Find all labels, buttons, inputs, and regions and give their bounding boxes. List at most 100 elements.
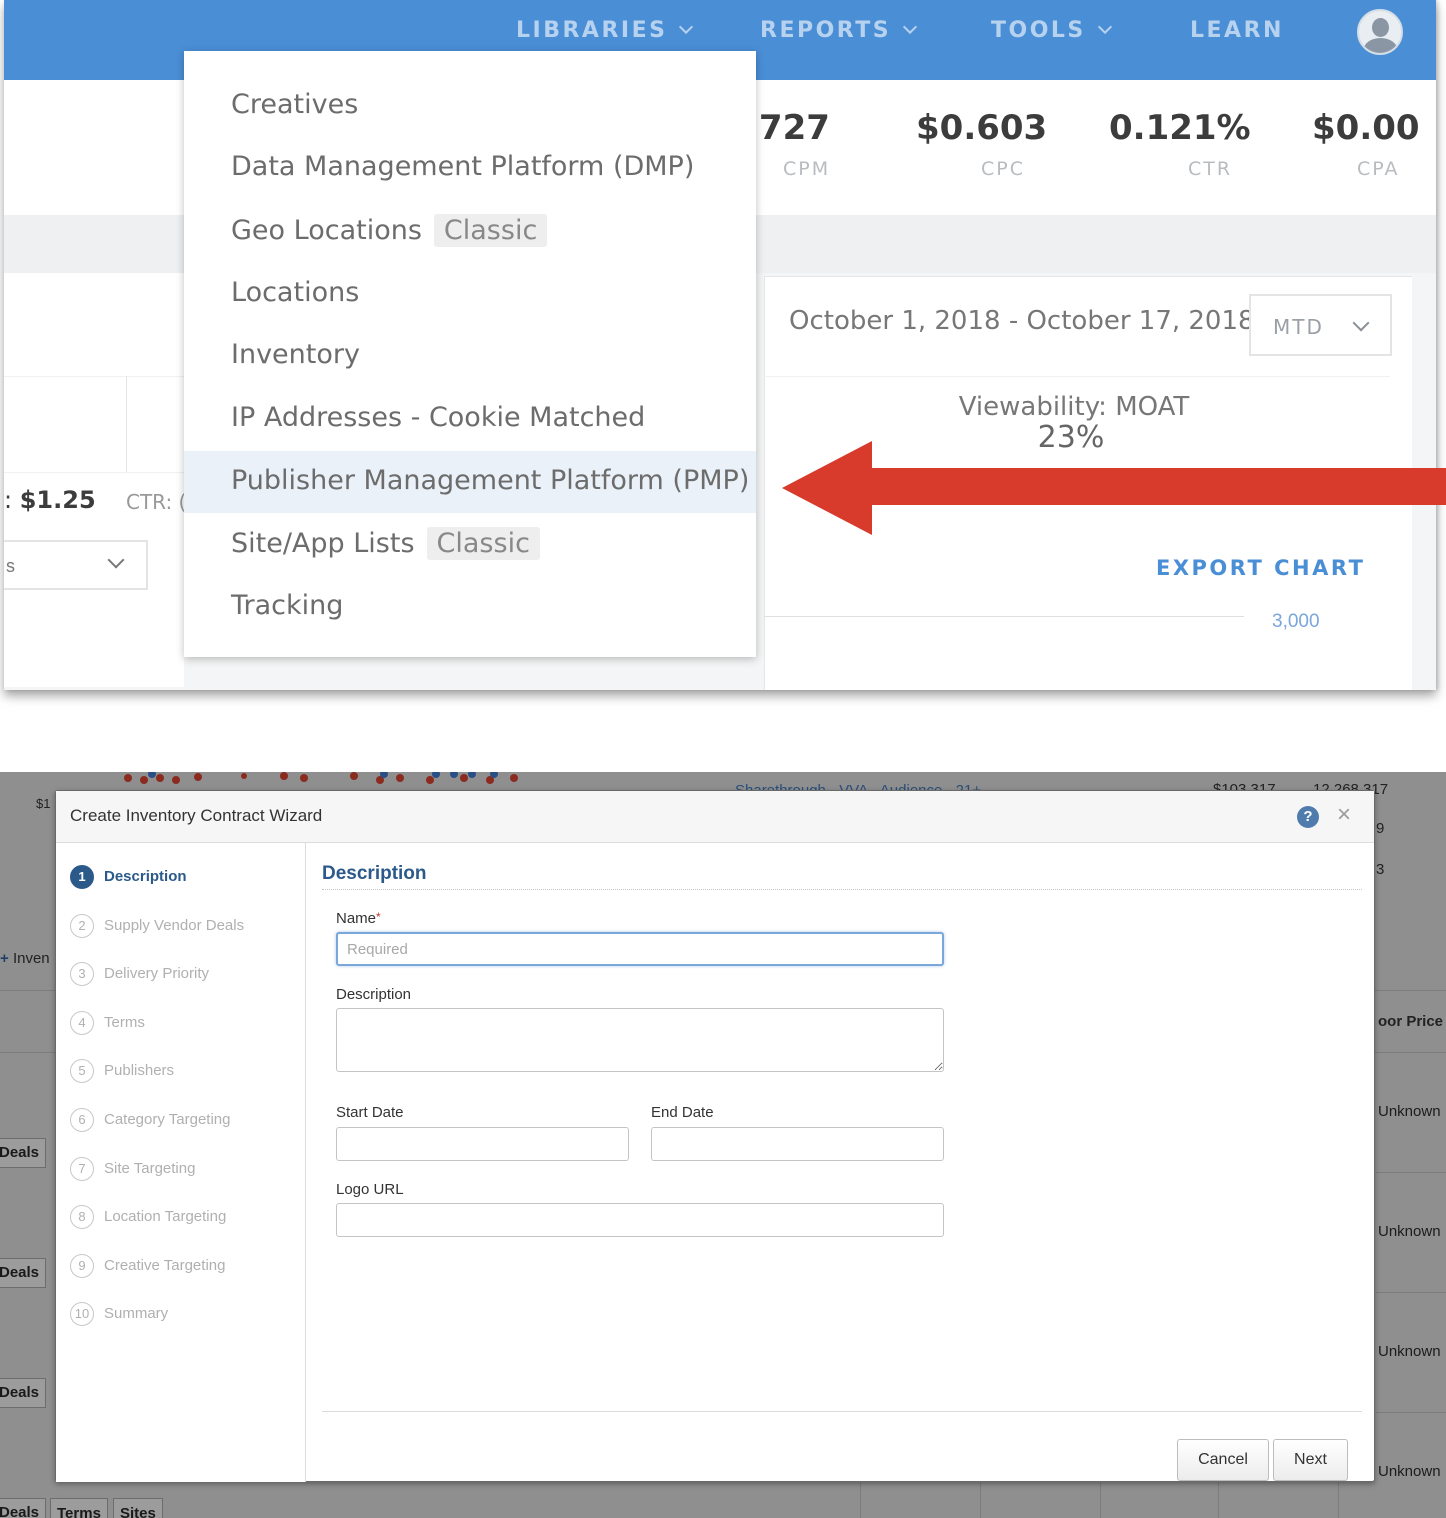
bg-inventory-button: + Inven [0,950,50,967]
bg-digit: 9 [1376,820,1385,837]
bg-deals-button: Deals [0,1258,46,1288]
classic-badge: Classic [433,214,548,247]
step-number-badge: 3 [70,962,94,987]
menu-item-text: Tracking [231,590,344,621]
avatar-head [1372,18,1389,37]
libraries-menu-item-label: Geo Locations Classic [231,214,548,247]
period-select-value: MTD [1273,315,1324,339]
step-label: Creative Targeting [104,1256,226,1274]
libraries-menu-item-label: Creatives [231,89,358,120]
bg-deals-button: Deals [0,1378,46,1408]
libraries-menu-item[interactable]: Inventory [184,325,756,387]
nav-reports[interactable]: REPORTS [760,18,918,43]
step-number-badge: 8 [70,1205,94,1230]
bg-rule [1218,1482,1219,1518]
required-marker: * [376,910,381,924]
cancel-button[interactable]: Cancel [1177,1439,1269,1481]
end-date-input[interactable] [651,1127,944,1161]
bg-cell-unknown: Unknown [1378,1103,1441,1120]
step-number-badge: 6 [70,1108,94,1132]
start-date-input[interactable] [336,1127,629,1161]
nav-tools-label: TOOLS [991,18,1086,43]
user-avatar-icon[interactable] [1357,9,1403,55]
menu-item-text: Creatives [231,89,359,120]
metric-cpc-value: $0.603 [916,108,1048,148]
close-icon[interactable]: × [1337,803,1351,827]
bg-rule [1376,1412,1446,1413]
logo-url-field-label: Logo URL [336,1181,404,1198]
left-stat-value: $1.25 [19,486,96,514]
nav-libraries-label: LIBRARIES [516,18,668,43]
bg-rule [1376,1172,1446,1173]
chevron-down-icon [679,19,694,35]
start-date-field-label: Start Date [336,1104,404,1121]
wizard-header: Create Inventory Contract Wizard ? × [56,791,1374,843]
left-select-value: s [6,556,15,576]
step-label: Delivery Priority [104,965,210,983]
metric-cpc-label: CPC [981,158,1025,180]
wizard-body: Description Name* Description Start Date… [306,843,1374,1482]
left-stats-card [4,273,184,687]
menu-item-text: IP Addresses - Cookie Matched [231,402,646,433]
bg-sites-button: Sites [113,1498,163,1518]
bg-rule [1376,1292,1446,1293]
export-chart-link[interactable]: EXPORT CHART [1156,556,1365,580]
end-date-field-label: End Date [651,1104,714,1121]
menu-item-text: Geo Locations [231,215,422,246]
bg-digit: 3 [1376,861,1385,878]
description-field-label: Description [336,986,412,1003]
name-input[interactable] [336,932,944,966]
libraries-menu-item[interactable]: Data Management Platform (DMP) [184,137,756,199]
step-label: Terms [104,1013,145,1031]
help-icon[interactable]: ? [1297,806,1319,828]
left-select[interactable]: s [4,540,148,590]
libraries-menu-item[interactable]: IP Addresses - Cookie Matched [184,388,756,450]
libraries-menu-item[interactable]: Creatives [184,75,756,137]
menu-item-text: Data Management Platform (DMP) [231,151,695,182]
top-screenshot: LIBRARIES REPORTS TOOLS LEARN .727 CPM $… [0,0,1446,702]
period-select[interactable]: MTD [1249,294,1392,356]
section-divider [322,889,1362,890]
nav-reports-label: REPORTS [760,18,892,43]
step-label: Location Targeting [104,1208,227,1226]
chevron-down-icon [1097,19,1112,35]
libraries-menu-item[interactable]: Locations [184,263,756,325]
libraries-menu-item-label: Locations [231,277,359,308]
nav-learn-label: LEARN [1190,18,1284,43]
description-textarea[interactable] [336,1008,944,1072]
nav-tools[interactable]: TOOLS [991,18,1112,43]
step-label: Description [104,868,187,885]
bg-rule [860,1482,861,1518]
step-number-badge: 5 [70,1059,94,1084]
libraries-menu-item[interactable]: Publisher Management Platform (PMP) [184,451,756,513]
libraries-menu-item[interactable]: Tracking [184,576,756,638]
arrow-shape [782,441,1446,535]
gridline [4,376,184,377]
classic-badge: Classic [426,527,540,560]
step-label: Supply Vendor Deals [104,916,245,934]
gridline [764,376,1390,377]
menu-item-text: Locations [231,277,360,308]
bg-cell-unknown: Unknown [1378,1343,1441,1360]
logo-url-input[interactable] [336,1203,944,1237]
nav-learn[interactable]: LEARN [1190,18,1284,43]
bg-inventory-label: Inven [12,950,50,967]
next-button[interactable]: Next [1273,1439,1348,1481]
bg-rule [1100,1482,1101,1518]
bg-deals-button: Deals [0,1138,46,1168]
bg-column-header: oor Price [1378,1013,1444,1030]
libraries-menu-item[interactable]: Geo Locations Classic [184,200,756,262]
y-axis-tick: 3,000 [1272,611,1320,632]
nav-libraries[interactable]: LIBRARIES [516,18,694,43]
left-stat: : $1.25 [4,486,96,514]
dashboard-card: LIBRARIES REPORTS TOOLS LEARN .727 CPM $… [4,0,1436,690]
libraries-menu-item-label: Tracking [231,590,343,621]
menu-item-text: Site/App Lists [231,528,415,559]
libraries-dropdown-menu: Creatives Data Management Platform (DMP) G… [184,51,756,657]
plus-icon: + [0,950,9,967]
libraries-menu-item[interactable]: Site/App Lists Classic [184,513,756,575]
bg-rule [980,1482,981,1518]
wizard-title: Create Inventory Contract Wizard [70,806,323,825]
chart-gridline [764,616,1244,617]
chevron-down-icon [107,551,125,569]
